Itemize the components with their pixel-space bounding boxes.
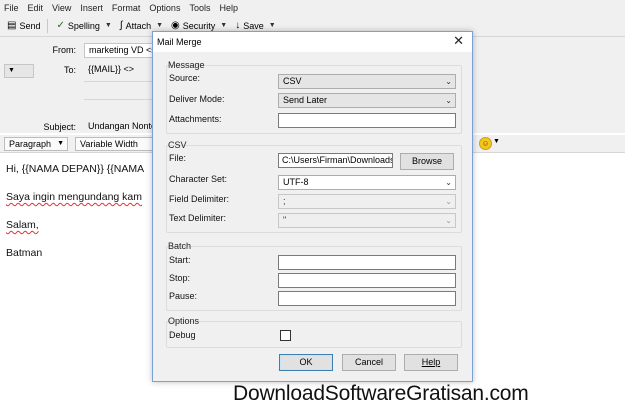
toolbar-separator bbox=[47, 18, 49, 33]
send-label: Send bbox=[19, 20, 41, 31]
body-paragraph: Saya ingin mengundang kam bbox=[6, 191, 143, 203]
chevron-down-icon: ⌄ bbox=[445, 178, 452, 187]
spelling-dropdown-icon[interactable]: ▼ bbox=[105, 22, 112, 29]
help-button[interactable]: Help bbox=[404, 354, 458, 371]
deliver-mode-select[interactable]: Send Later ⌄ bbox=[278, 93, 456, 108]
stop-input[interactable] bbox=[278, 273, 456, 288]
batch-group-title: Batch bbox=[168, 241, 192, 251]
spelling-button[interactable]: ✓ Spelling bbox=[53, 17, 102, 35]
font-select[interactable]: Variable Width bbox=[75, 137, 155, 151]
security-dropdown-icon[interactable]: ▼ bbox=[220, 22, 227, 29]
body-greeting: Hi, {{NAMA DEPAN}} {{NAMA bbox=[6, 163, 145, 175]
chevron-down-icon: ⌄ bbox=[445, 197, 452, 206]
source-value: CSV bbox=[283, 76, 302, 86]
lock-icon: ◉ bbox=[171, 20, 180, 31]
menu-view[interactable]: View bbox=[52, 3, 71, 13]
watermark-text: DownloadSoftwareGratisan.com bbox=[233, 382, 529, 405]
field-delimiter-label: Field Delimiter: bbox=[169, 194, 230, 204]
menu-options[interactable]: Options bbox=[149, 3, 180, 13]
mail-merge-dialog: Mail Merge ✕ Message Source: CSV ⌄ Deliv… bbox=[152, 31, 473, 382]
attachments-input[interactable] bbox=[278, 113, 456, 128]
menu-bar: File Edit View Insert Format Options Too… bbox=[0, 0, 625, 15]
attachments-label: Attachments: bbox=[169, 114, 222, 124]
smiley-icon[interactable]: ☺ bbox=[479, 137, 492, 150]
deliver-mode-label: Deliver Mode: bbox=[169, 94, 225, 104]
file-path-input[interactable]: C:\Users\Firman\Downloads bbox=[278, 153, 393, 168]
menu-help[interactable]: Help bbox=[219, 3, 238, 13]
attach-dropdown-icon[interactable]: ▼ bbox=[156, 22, 163, 29]
to-label: To: bbox=[63, 65, 76, 75]
browse-button[interactable]: Browse bbox=[400, 153, 454, 170]
cancel-button[interactable]: Cancel bbox=[342, 354, 396, 371]
source-label: Source: bbox=[169, 73, 201, 83]
deliver-mode-value: Send Later bbox=[283, 95, 328, 105]
chevron-down-icon: ⌄ bbox=[445, 77, 452, 86]
source-select[interactable]: CSV ⌄ bbox=[278, 74, 456, 89]
subject-label: Subject: bbox=[43, 122, 76, 132]
options-group bbox=[166, 321, 462, 348]
send-button[interactable]: ▤ Send bbox=[4, 17, 43, 35]
menu-edit[interactable]: Edit bbox=[28, 3, 44, 13]
character-set-label: Character Set: bbox=[169, 174, 228, 184]
ok-button[interactable]: OK bbox=[279, 354, 333, 371]
options-group-title: Options bbox=[168, 316, 200, 326]
csv-group-title: CSV bbox=[168, 140, 187, 150]
menu-file[interactable]: File bbox=[4, 3, 19, 13]
address-row-divider bbox=[84, 99, 154, 100]
checkmark-icon: ✓ bbox=[56, 20, 65, 31]
download-arrow-icon: ↓ bbox=[235, 20, 241, 31]
menu-format[interactable]: Format bbox=[112, 3, 141, 13]
text-delimiter-select[interactable]: " ⌄ bbox=[278, 213, 456, 228]
font-value: Variable Width bbox=[80, 139, 138, 149]
chevron-down-icon: ⌄ bbox=[445, 216, 452, 225]
emoji-dropdown-icon[interactable]: ▼ bbox=[493, 138, 500, 145]
stop-label: Stop: bbox=[169, 273, 191, 283]
close-icon[interactable]: ✕ bbox=[453, 34, 464, 48]
dialog-titlebar: Mail Merge bbox=[153, 32, 472, 52]
send-icon: ▤ bbox=[7, 20, 17, 31]
debug-checkbox[interactable] bbox=[280, 330, 291, 341]
menu-insert[interactable]: Insert bbox=[80, 3, 103, 13]
text-delimiter-value: " bbox=[283, 215, 287, 225]
dialog-title: Mail Merge bbox=[157, 37, 202, 47]
save-dropdown-icon[interactable]: ▼ bbox=[269, 22, 276, 29]
pause-input[interactable] bbox=[278, 291, 456, 306]
menu-tools[interactable]: Tools bbox=[189, 3, 210, 13]
save-label: Save bbox=[243, 20, 264, 31]
paragraph-format-select[interactable]: Paragraph ▼ bbox=[4, 137, 68, 151]
body-signature: Batman bbox=[6, 247, 43, 259]
field-delimiter-select[interactable]: ; ⌄ bbox=[278, 194, 456, 209]
paragraph-format-value: Paragraph bbox=[9, 139, 52, 149]
chevron-down-icon: ▼ bbox=[57, 140, 64, 147]
from-label: From: bbox=[52, 45, 77, 55]
attach-label: Attach bbox=[125, 20, 152, 31]
subject-field[interactable]: Undangan Nonto bbox=[84, 120, 154, 135]
security-label: Security bbox=[182, 20, 216, 31]
character-set-select[interactable]: UTF-8 ⌄ bbox=[278, 175, 456, 190]
to-field[interactable]: {{MAIL}} <> bbox=[84, 63, 154, 78]
chevron-down-icon: ⌄ bbox=[445, 96, 452, 105]
start-input[interactable] bbox=[278, 255, 456, 270]
character-set-value: UTF-8 bbox=[283, 177, 309, 187]
field-delimiter-value: ; bbox=[283, 196, 286, 206]
debug-label: Debug bbox=[169, 330, 196, 340]
spelling-label: Spelling bbox=[67, 20, 100, 31]
body-closing: Salam, bbox=[6, 219, 39, 231]
message-group-title: Message bbox=[168, 60, 205, 70]
file-label: File: bbox=[169, 153, 187, 163]
start-label: Start: bbox=[169, 255, 191, 265]
pause-label: Pause: bbox=[169, 291, 198, 301]
paperclip-icon: ∫ bbox=[119, 20, 123, 31]
attach-button[interactable]: ∫ Attach bbox=[117, 17, 154, 35]
address-row-divider bbox=[84, 81, 154, 82]
text-delimiter-label: Text Delimiter: bbox=[169, 213, 227, 223]
